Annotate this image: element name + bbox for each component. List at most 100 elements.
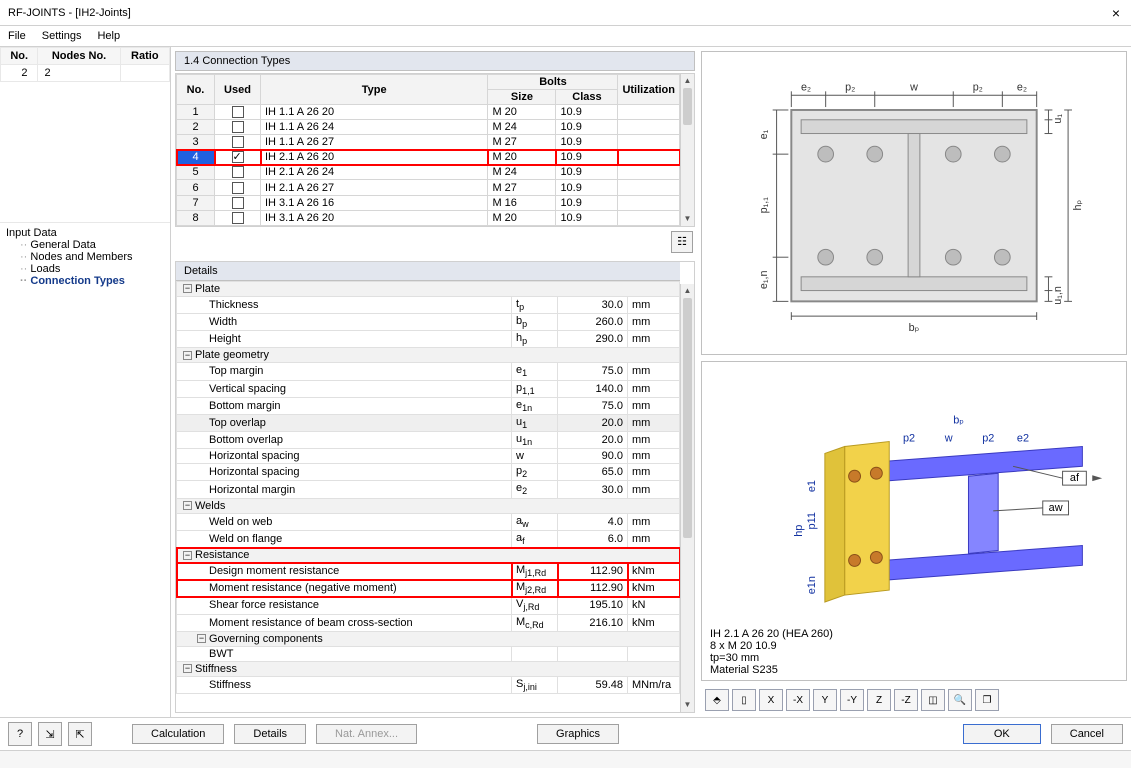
section-header: 1.4 Connection Types xyxy=(175,51,695,71)
import-button[interactable]: ⇲ xyxy=(38,722,62,746)
svg-text:hₚ: hₚ xyxy=(1072,199,1084,210)
menu-help[interactable]: Help xyxy=(97,30,120,42)
window-title: RF-JOINTS - [IH2-Joints] xyxy=(8,7,131,19)
details-row: Vertical spacingp1,1140.0mm xyxy=(177,380,680,397)
details-header: Details xyxy=(176,262,680,281)
col-no: No. xyxy=(1,48,38,65)
diagram-3d-view: bₚ p2 w p2 e2 e1 p11 hp e1n af xyxy=(701,361,1127,681)
details-wrap: Details −PlateThicknesstp30.0mmWidthbp26… xyxy=(175,261,695,713)
details-button[interactable]: Details xyxy=(234,724,306,744)
view-zoom-icon[interactable]: 🔍 xyxy=(948,689,972,711)
details-row: Moment resistance of beam cross-sectionM… xyxy=(177,614,680,631)
connection-table[interactable]: No. Used Type Bolts Utilization Size Cla… xyxy=(176,74,680,226)
view-box-icon[interactable]: ◫ xyxy=(921,689,945,711)
connection-table-wrap: No. Used Type Bolts Utilization Size Cla… xyxy=(175,73,695,227)
details-group[interactable]: −Welds xyxy=(177,498,680,513)
view-toolbar: ⬘ ▯ X -X Y -Y Z -Z ◫ 🔍 ❐ xyxy=(701,687,1127,713)
svg-text:bₚ: bₚ xyxy=(953,415,964,427)
tree-nodes-members[interactable]: Nodes and Members xyxy=(6,251,164,263)
view-yneg-icon[interactable]: -Y xyxy=(840,689,864,711)
conn-row[interactable]: 5IH 2.1 A 26 24M 2410.9 xyxy=(177,165,680,180)
used-checkbox[interactable] xyxy=(232,151,244,163)
conn-row[interactable]: 8IH 3.1 A 26 20M 2010.9 xyxy=(177,210,680,225)
details-group[interactable]: −Plate geometry xyxy=(177,348,680,363)
details-row: Design moment resistanceMj1,Rd112.90kNm xyxy=(177,563,680,580)
cases-table[interactable]: No. Nodes No. Ratio 2 2 xyxy=(0,47,170,82)
details-group[interactable]: −Stiffness xyxy=(177,661,680,676)
svg-text:p₁,₁: p₁,₁ xyxy=(758,197,770,214)
help-button[interactable]: ? xyxy=(8,722,32,746)
view-front-icon[interactable]: ▯ xyxy=(732,689,756,711)
table-settings-button[interactable]: ☷ xyxy=(671,231,693,253)
bottom-bar: ? ⇲ ⇱ Calculation Details Nat. Annex... … xyxy=(0,717,1131,750)
used-checkbox[interactable] xyxy=(232,121,244,133)
used-checkbox[interactable] xyxy=(232,106,244,118)
conn-row[interactable]: 2IH 1.1 A 26 24M 2410.9 xyxy=(177,120,680,135)
ok-button[interactable]: OK xyxy=(963,724,1041,744)
svg-text:af: af xyxy=(1070,473,1080,485)
details-group[interactable]: −Resistance xyxy=(177,548,680,563)
tree-loads[interactable]: Loads xyxy=(6,263,164,275)
scroll-up-icon[interactable]: ▲ xyxy=(681,284,694,298)
conn-row[interactable]: 7IH 3.1 A 26 16M 1610.9 xyxy=(177,195,680,210)
menu-file[interactable]: File xyxy=(8,30,26,42)
view-x-icon[interactable]: X xyxy=(759,689,783,711)
details-group[interactable]: −Governing components xyxy=(177,631,680,646)
svg-text:e₂: e₂ xyxy=(801,81,811,93)
view-z-icon[interactable]: Z xyxy=(867,689,891,711)
tree-connection-types[interactable]: Connection Types xyxy=(6,275,164,287)
used-checkbox[interactable] xyxy=(232,166,244,178)
view-xneg-icon[interactable]: -X xyxy=(786,689,810,711)
conn-row[interactable]: 3IH 1.1 A 26 27M 2710.9 xyxy=(177,135,680,150)
model-info: IH 2.1 A 26 20 (HEA 260) 8 x M 20 10.9 t… xyxy=(710,628,833,676)
svg-text:u₁,n: u₁,n xyxy=(1052,286,1064,305)
details-row: Moment resistance (negative moment)Mj2,R… xyxy=(177,580,680,597)
svg-text:e₂: e₂ xyxy=(1017,81,1027,93)
scroll-thumb[interactable] xyxy=(683,88,692,125)
diagram-plan-view: e₂ p₂ w p₂ e₂ xyxy=(701,51,1127,355)
conn-scrollbar[interactable]: ▲ ▼ xyxy=(680,74,694,226)
details-row: Weld on flangeaf6.0mm xyxy=(177,530,680,547)
calculation-button[interactable]: Calculation xyxy=(132,724,224,744)
svg-text:p₂: p₂ xyxy=(845,81,855,93)
menu-settings[interactable]: Settings xyxy=(42,30,82,42)
svg-text:p11: p11 xyxy=(806,513,818,530)
conn-row[interactable]: 6IH 2.1 A 26 27M 2710.9 xyxy=(177,180,680,195)
details-row: Top margine175.0mm xyxy=(177,363,680,380)
details-table[interactable]: −PlateThicknesstp30.0mmWidthbp260.0mmHei… xyxy=(176,281,680,694)
conn-row[interactable]: 4IH 2.1 A 26 20M 2010.9 xyxy=(177,150,680,165)
svg-text:p₂: p₂ xyxy=(973,81,983,93)
input-tree: Input Data General Data Nodes and Member… xyxy=(0,222,170,291)
graphics-button[interactable]: Graphics xyxy=(537,724,619,744)
cases-row[interactable]: 2 2 xyxy=(1,65,170,82)
view-copy-icon[interactable]: ❐ xyxy=(975,689,999,711)
details-group[interactable]: −Plate xyxy=(177,281,680,296)
details-row: BWT xyxy=(177,646,680,661)
details-scrollbar[interactable]: ▲ ▼ xyxy=(680,284,694,712)
details-row: Top overlapu120.0mm xyxy=(177,414,680,431)
view-zneg-icon[interactable]: -Z xyxy=(894,689,918,711)
svg-text:e1: e1 xyxy=(806,480,818,492)
used-checkbox[interactable] xyxy=(232,182,244,194)
details-row: Horizontal margine230.0mm xyxy=(177,481,680,498)
used-checkbox[interactable] xyxy=(232,197,244,209)
tree-general-data[interactable]: General Data xyxy=(6,239,164,251)
cancel-button[interactable]: Cancel xyxy=(1051,724,1123,744)
svg-text:p2: p2 xyxy=(903,433,915,445)
view-y-icon[interactable]: Y xyxy=(813,689,837,711)
scroll-down-icon[interactable]: ▼ xyxy=(681,212,694,226)
col-ratio: Ratio xyxy=(120,48,169,65)
details-row: Horizontal spacingp265.0mm xyxy=(177,464,680,481)
details-row: StiffnessSj,ini59.48MNm/ra xyxy=(177,676,680,693)
scroll-up-icon[interactable]: ▲ xyxy=(681,74,694,88)
export-button[interactable]: ⇱ xyxy=(68,722,92,746)
close-icon[interactable]: × xyxy=(1109,5,1123,21)
tree-root[interactable]: Input Data xyxy=(6,227,164,239)
used-checkbox[interactable] xyxy=(232,212,244,224)
details-row: Weld on webaw4.0mm xyxy=(177,513,680,530)
conn-row[interactable]: 1IH 1.1 A 26 20M 2010.9 xyxy=(177,105,680,120)
scroll-down-icon[interactable]: ▼ xyxy=(681,698,694,712)
scroll-thumb[interactable] xyxy=(683,298,692,538)
view-iso-icon[interactable]: ⬘ xyxy=(705,689,729,711)
used-checkbox[interactable] xyxy=(232,136,244,148)
